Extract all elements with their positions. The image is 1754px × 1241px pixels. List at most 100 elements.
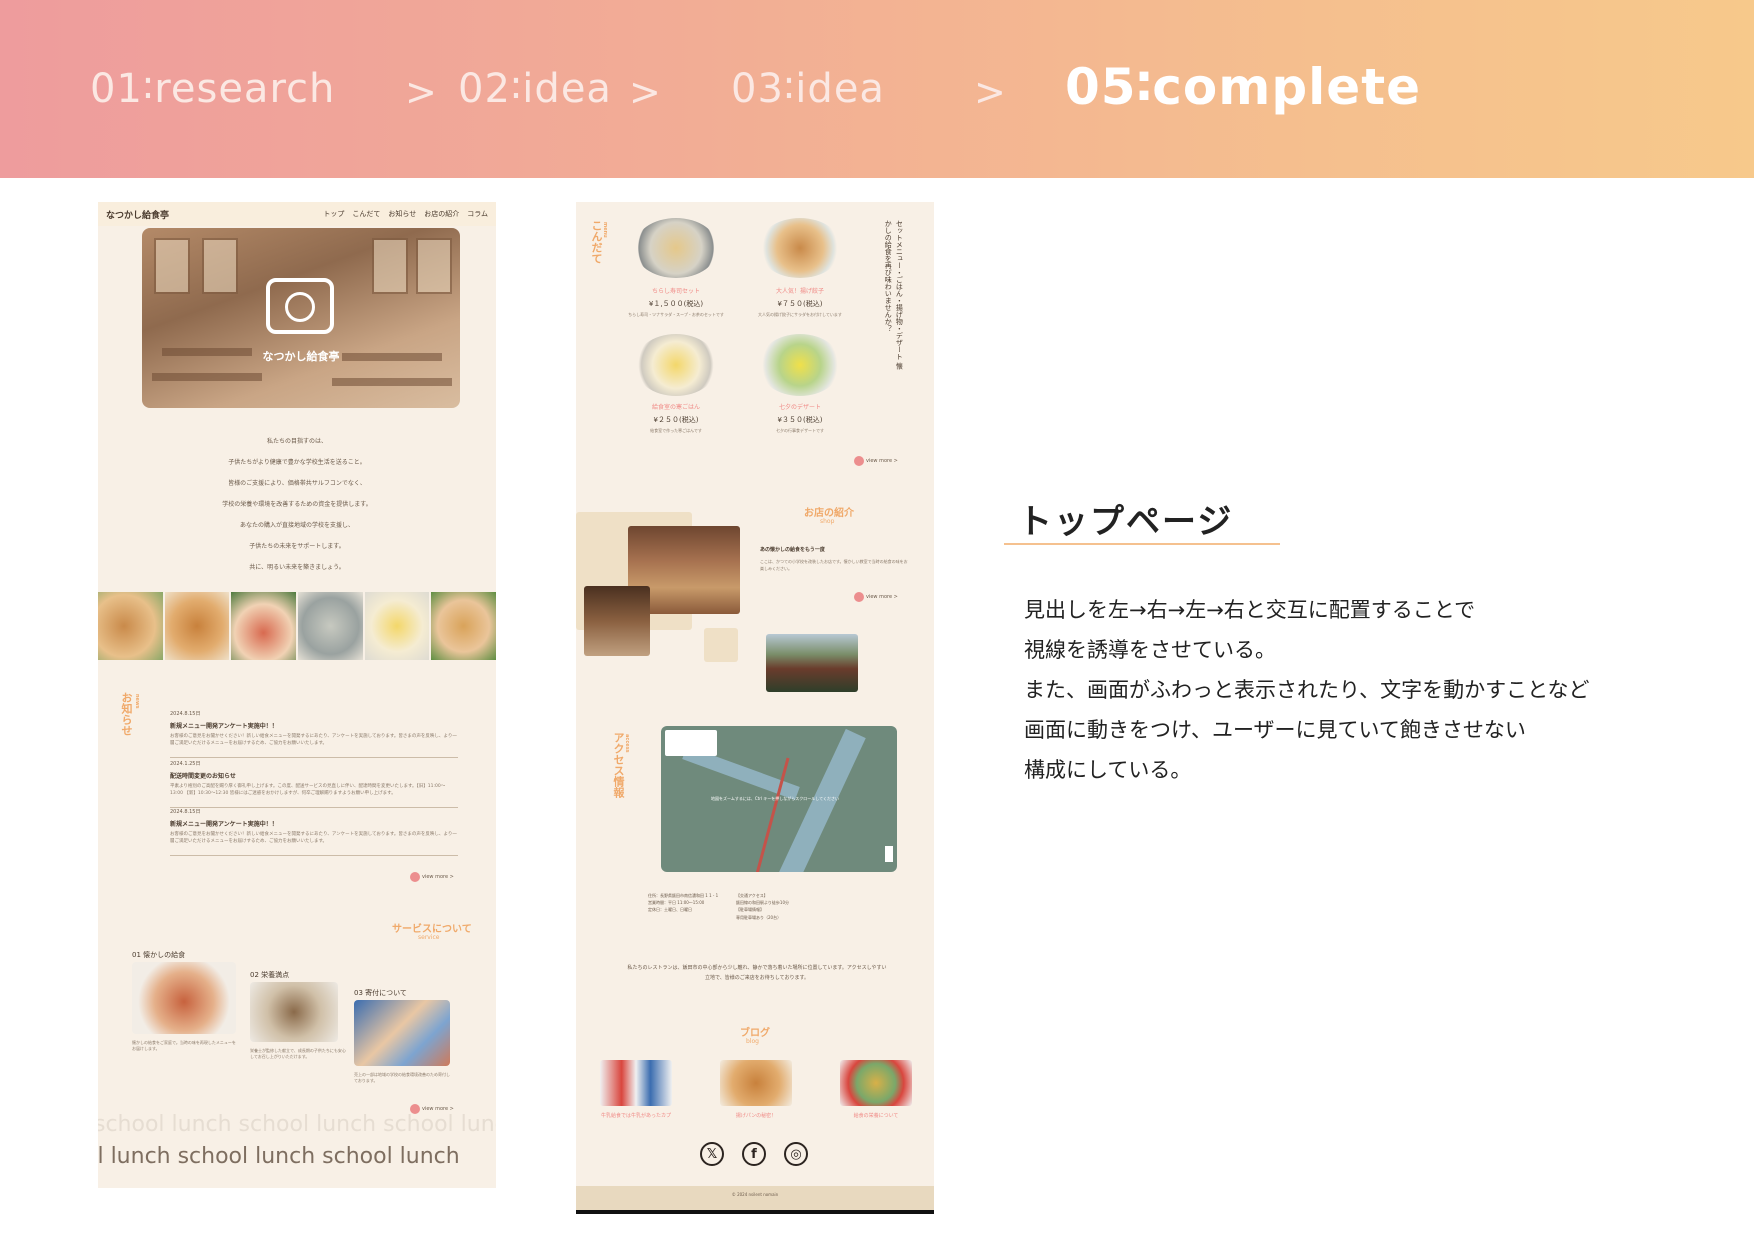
step-separator: > [629,70,661,114]
dish-photo [758,334,842,396]
blog-section-label-en: blog [746,1038,759,1045]
scrolling-text: ol lunch school lunch school lunch [98,1144,460,1169]
access-text: 私たちのレストランは、飯田市の中心部から少し離れ、静かで落ち着いた場所に位置して… [627,965,887,981]
news-title: 配送時間変更のお知らせ [170,773,236,780]
view-more-button[interactable]: view more > [854,592,898,602]
description-heading: トップページ [1018,502,1234,542]
intro-line: あなたの購入が直接地域の学校を支援し、 [239,522,354,529]
news-body: お客様のご意見をお聞かせください！新しい給食メニューを開発するにあたり、アンケー… [170,734,457,747]
news-body: お客様のご意見をお聞かせください！新しい給食メニューを開発するにあたり、アンケー… [170,832,457,845]
dish-price: ¥１,５００(税込) [648,300,704,308]
step-separator: > [405,70,437,114]
view-more-button[interactable]: view more > [854,456,898,466]
intro-line: 共に、明るい未来を築きましょう。 [249,564,345,571]
map-info-card [665,730,717,756]
hero-image: なつかし給食亭 [142,228,460,408]
news-item[interactable]: 2024.8.15日 新規メニュー開発アンケート実施中！！ お客様のご意見をお聞… [170,808,458,856]
intro-line: 子供たちがより健康で豊かな学校生活を送ること。 [228,459,366,466]
view-more-button[interactable]: view more > [410,872,454,882]
blog-caption[interactable]: 揚げパンの秘密！ [716,1112,796,1119]
news-item[interactable]: 2024.8.15日 新規メニュー開発アンケート実施中！！ お客様のご意見をお聞… [170,710,458,758]
blog-photo[interactable] [600,1060,672,1106]
description-line: 画面に動きをつけ、ユーザーに見ていて飽きさせない [1024,718,1526,742]
service-title: サービスについて [392,924,472,935]
dish-name: 七夕のデザート [778,404,821,411]
map-caption: 地図をズームするには、Ctrl キーを押しながらスクロールしてください [711,796,840,801]
mockup-sub-sections: こんだて menu ちらし寿司セット ¥１,５００(税込) ちらし寿司・ツナサラ… [576,202,934,1214]
blog-photo[interactable] [840,1060,912,1106]
news-title: 新規メニュー開発アンケート実施中！！ [170,723,278,730]
intro-line: 子供たちの未来をサポートします。 [249,543,345,550]
dish-name: 給食室の寒ごはん [651,404,700,411]
dish-photo [758,218,842,278]
description-text: 見出しを左→右→左→右と交互に配置することで 視線を誘導をさせている。 また、画… [1024,590,1664,790]
dish-photo [634,218,718,278]
food-photo [164,592,230,660]
mock-nav-item[interactable]: トップ [323,209,344,219]
dish-price: ¥２５０(税込) [653,416,699,424]
heading-underline [1004,543,1280,545]
mock-nav-item[interactable]: こんだて [352,209,380,219]
header-banner: 01∶research > 02∶idea > 03∶idea > 05∶com… [0,0,1754,178]
dish-desc: ちらし寿司・ツナサラダ・スープ・お茶のセットです [628,312,724,317]
blog-section-label: ブログ [740,1028,770,1039]
shop-section-label: お店の紹介 [804,508,854,519]
intro-line: 学校の栄養や環境を改善するための資金を提供します。 [222,501,372,508]
x-icon[interactable]: 𝕏 [700,1142,724,1166]
description-line: 構成にしている。 [1024,758,1192,782]
access-map[interactable]: 地図をズームするには、Ctrl キーを押しながらスクロールしてください [661,726,897,872]
step-idea-1[interactable]: 02∶idea [458,66,612,112]
news-section-label: お知らせ [120,692,133,736]
shop-title: あの懐かしの給食をもう一度 [760,547,825,553]
instagram-icon[interactable]: ◎ [784,1142,808,1166]
dish-price: ¥７５０(税込) [777,300,823,308]
mock-nav-item[interactable]: お知らせ [388,209,416,219]
step-separator: > [974,70,1006,114]
step-idea-2[interactable]: 03∶idea [731,66,885,112]
shop-building-photo [766,634,858,692]
service-photo [354,1000,450,1066]
shop-section-label-en: shop [820,518,835,525]
news-item[interactable]: 2024.1.25日 配送時間変更のお知らせ 平素より格別のご高配を賜り厚く御礼… [170,760,458,808]
dish-photo [634,334,718,396]
blog-photo[interactable] [720,1060,792,1106]
facebook-icon[interactable]: f [742,1142,766,1166]
service-subtitle: service [418,934,440,941]
hero-title: なつかし給食亭 [262,350,340,363]
mock-logo[interactable]: なつかし給食亭 [106,208,169,221]
description-line: 視線を誘導をさせている。 [1024,638,1276,662]
dish-desc: 七夕の行事食デザートです [776,428,824,433]
shop-text: ここは、かつての小学校を改装したお店です。懐かしい教室で当時の給食の味をお楽しみ… [760,559,908,572]
dish-name: ちらし寿司セット [651,288,700,295]
menu-vertical-copy: セットメニュー・ごはん・揚げ物・デザート 懐かしの給食を再び味わいませんか？ [884,220,904,370]
news-body: 平素より格別のご高配を賜り厚く御礼申し上げます。この度、配送サービスの見直しに伴… [170,784,446,797]
scrolling-text: school lunch school lunch school lunch [98,1112,496,1137]
menu-section-label-en: menu [602,222,608,238]
footer-copyright: © 2024 nsilent nomain [731,1192,779,1197]
dish-name: 大人気！揚げ餃子 [775,288,824,295]
service-text: 栄養士が監修した献立で、成長期の子供たちにも安心してお召し上がりいただけます。 [250,1048,346,1060]
food-photo [231,592,297,660]
blog-caption[interactable]: 牛乳給食では牛乳があったカプ [596,1112,676,1119]
blog-caption[interactable]: 給食の栄養について [836,1112,916,1119]
access-section-label-en: access [624,734,630,753]
news-section-label-en: news [134,694,140,709]
mock-nav-item[interactable]: コラム [467,209,488,219]
news-title: 新規メニュー開発アンケート実施中！！ [170,821,278,828]
rice-bowl-icon [285,292,315,322]
food-photo [431,592,496,660]
shop-photo [584,586,650,656]
news-date: 2024.8.15日 [170,711,201,717]
dish-price: ¥３５０(税込) [777,416,823,424]
food-photo [364,592,430,660]
map-zoom-control[interactable] [885,846,893,862]
description-line: 見出しを左→右→左→右と交互に配置することで [1024,598,1476,622]
step-research[interactable]: 01∶research [90,66,335,112]
service-label: 02 栄養満点 [250,971,290,979]
news-date: 2024.8.15日 [170,809,201,815]
food-photo-strip [98,592,496,660]
service-label: 01 懐かしの給食 [132,951,186,959]
mock-nav-item[interactable]: お店の紹介 [424,209,459,219]
step-complete[interactable]: 05∶complete [1065,58,1421,116]
dish-desc: 大人気の揚げ餃子にサラダをお付けしています [758,312,842,317]
